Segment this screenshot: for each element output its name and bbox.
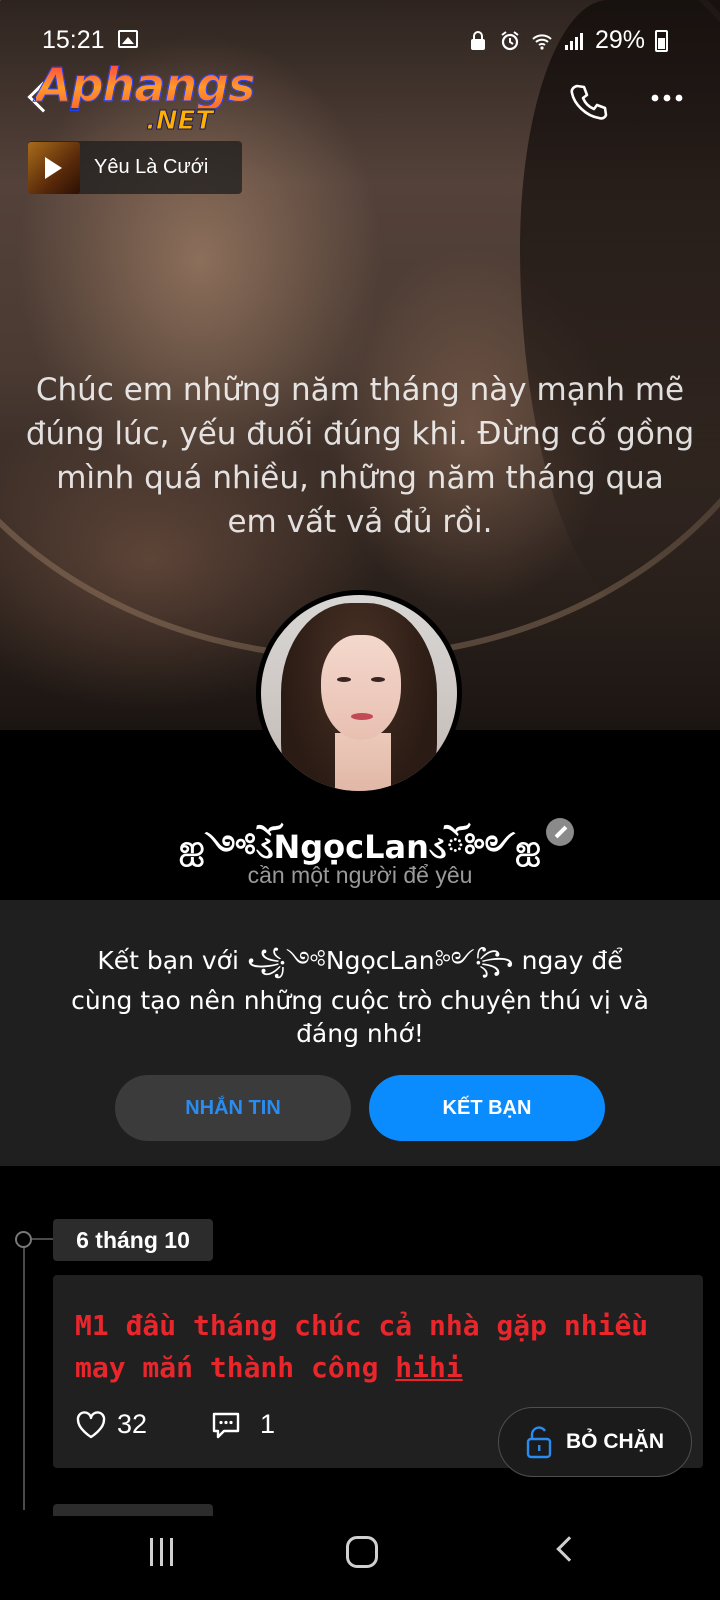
- message-button[interactable]: NHẮN TIN: [115, 1075, 351, 1141]
- timeline-date: 6 tháng 10: [53, 1219, 213, 1261]
- nav-back-icon[interactable]: [556, 1536, 582, 1562]
- profile-music-chip[interactable]: Yêu Là Cưới: [28, 141, 242, 194]
- play-icon[interactable]: [45, 156, 62, 179]
- music-thumbnail: [28, 141, 80, 194]
- unblock-button[interactable]: BỎ CHẶN: [498, 1407, 692, 1477]
- comment-icon: [212, 1412, 240, 1438]
- photo-icon: [118, 30, 138, 48]
- cover-quote-line: đúng lúc, yếu đuối đúng khi. Đừng cố gồn…: [25, 416, 695, 452]
- heart-icon: [76, 1410, 106, 1438]
- invite-text: cùng tạo nên những cuộc trò chuyện thú v…: [71, 986, 649, 1048]
- post-body: M1 đầu tháng chúc cả nhà gặp nhiều may m…: [75, 1309, 649, 1384]
- timeline-dot: [15, 1231, 32, 1248]
- watermark-logo: Aphangs .NET: [35, 58, 255, 137]
- profile-bio: cần một người để yêu: [247, 862, 473, 888]
- logo-main-text: Aphangs: [35, 58, 255, 112]
- profile-name: ஐ︎༺ོડNgọcLanડོ༻ஐ︎: [179, 828, 541, 866]
- wifi-icon: [532, 33, 552, 50]
- unlock-icon: [526, 1426, 552, 1459]
- cover-quote: Chúc em những năm tháng này mạnh mẽ đúng…: [0, 368, 720, 544]
- like-count: 32: [117, 1409, 148, 1439]
- unblock-label: BỎ CHẶN: [566, 1430, 664, 1453]
- logo-suffix-text: .NET: [145, 106, 214, 137]
- timeline-connector: [32, 1238, 54, 1240]
- system-nav-bar: [0, 1516, 720, 1600]
- cover-quote-line: mình quá nhiều, những năm tháng qua: [56, 460, 664, 496]
- signal-icon: [564, 32, 583, 50]
- like-button[interactable]: 32: [75, 1409, 147, 1440]
- music-title: Yêu Là Cưới: [94, 156, 209, 178]
- comment-count: 1: [260, 1409, 276, 1439]
- home-icon[interactable]: [346, 1536, 378, 1568]
- friend-invite-panel: Kết bạn với ꧁༺NgọcLan༻꧂ ngay để cùng tạo…: [0, 900, 720, 1166]
- add-friend-button[interactable]: KẾT BẠN: [369, 1075, 605, 1141]
- battery-percent: 29%: [594, 26, 645, 54]
- recent-apps-icon[interactable]: [148, 1536, 176, 1568]
- avatar[interactable]: [256, 590, 462, 796]
- comment-button[interactable]: 1: [210, 1409, 275, 1440]
- status-time: 15:21: [42, 26, 105, 54]
- avatar-photo: [261, 595, 457, 791]
- more-icon[interactable]: [650, 86, 684, 110]
- edit-icon[interactable]: [546, 818, 574, 846]
- cover-quote-line: Chúc em những năm tháng này mạnh mẽ: [35, 372, 685, 408]
- alarm-icon: [501, 30, 519, 50]
- post-text: M1 đầu tháng chúc cả nhà gặp nhiều may m…: [75, 1305, 685, 1389]
- cover-quote-line: em vất vả đủ rồi.: [227, 504, 493, 540]
- phone-icon[interactable]: [568, 82, 608, 122]
- status-icons: 29%: [467, 26, 668, 55]
- lock-icon: [470, 30, 485, 50]
- timeline-line: [23, 1238, 25, 1510]
- post-link[interactable]: hihi: [395, 1351, 462, 1384]
- battery-icon: [655, 29, 668, 52]
